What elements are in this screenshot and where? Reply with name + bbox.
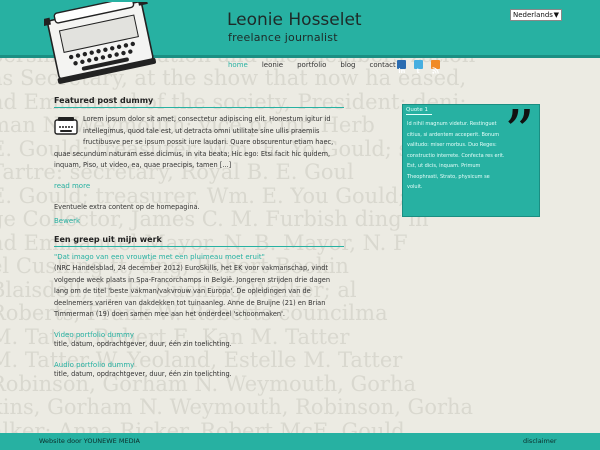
extra-content-text: Eventuele extra content op de homepagina… [54, 202, 200, 211]
quote-label: Quote 1 [406, 107, 432, 115]
nav-item-leonie[interactable]: leonie [262, 61, 283, 69]
article-text: (NRC Handelsblad, 24 december 2012) Euro… [54, 264, 331, 318]
language-select[interactable]: Nederlands ▼ [510, 9, 562, 21]
work-heading: Een greep uit mijn werk [54, 235, 344, 247]
article-title-link[interactable]: "Dat imago van een vrouwtje met een plui… [54, 253, 346, 261]
site-title[interactable]: Leonie Hosselet [227, 10, 362, 30]
linkedin-icon[interactable]: in [397, 60, 406, 75]
footer: Website door YOUNEWE MEDIA disclaimer [0, 433, 600, 450]
read-more-link[interactable]: read more [54, 182, 90, 190]
featured-post-text: Lorem ipsum dolor sit amet, consectetur … [54, 114, 346, 172]
featured-post-heading: Featured post dummy [54, 96, 344, 108]
quote-text: Id nihil magnum videtur. Restinguet citi… [407, 121, 505, 190]
nav-item-contact[interactable]: contact [370, 61, 396, 69]
nav-item-blog[interactable]: blog [340, 61, 355, 69]
main-content: Featured post dummy Lorem ipsum dolor si… [54, 96, 346, 381]
video-portfolio-text: title, datum, opdrachtgever, duur, één z… [54, 339, 232, 348]
audio-portfolio-text: title, datum, opdrachtgever, duur, één z… [54, 370, 232, 378]
nav-item-home[interactable]: home [228, 61, 248, 69]
svg-text:in: in [398, 67, 405, 75]
featured-post-body: Lorem ipsum dolor sit amet, consectetur … [54, 115, 334, 169]
rss-icon[interactable] [431, 60, 440, 74]
footer-credit-link[interactable]: Website door YOUNEWE MEDIA [39, 437, 140, 445]
typewriter-post-icon [54, 117, 78, 135]
nav-item-portfolio[interactable]: portfolio [297, 61, 326, 69]
typewriter-logo-icon[interactable] [44, 2, 164, 94]
disclaimer-link[interactable]: disclaimer [523, 437, 557, 445]
twitter-icon[interactable]: t [414, 60, 423, 75]
site-subtitle: freelance journalist [228, 31, 338, 44]
audio-portfolio-link[interactable]: Audio portfolio dummy [54, 361, 346, 369]
bg-line: kins, Gorham N. Weymouth, Robinson, Gorh… [0, 395, 474, 419]
chevron-down-icon: ▼ [553, 11, 559, 19]
quote-mark-icon: ” [504, 98, 535, 168]
quote-box: Quote 1 ” Id nihil magnum videtur. Resti… [402, 98, 540, 217]
language-select-value: Nederlands [513, 11, 553, 19]
video-portfolio-link[interactable]: Video portfolio dummy [54, 331, 346, 339]
main-nav: home leonie portfolio blog contact [228, 61, 410, 69]
edit-link[interactable]: Bewerk [54, 217, 80, 225]
svg-text:t: t [417, 67, 420, 75]
